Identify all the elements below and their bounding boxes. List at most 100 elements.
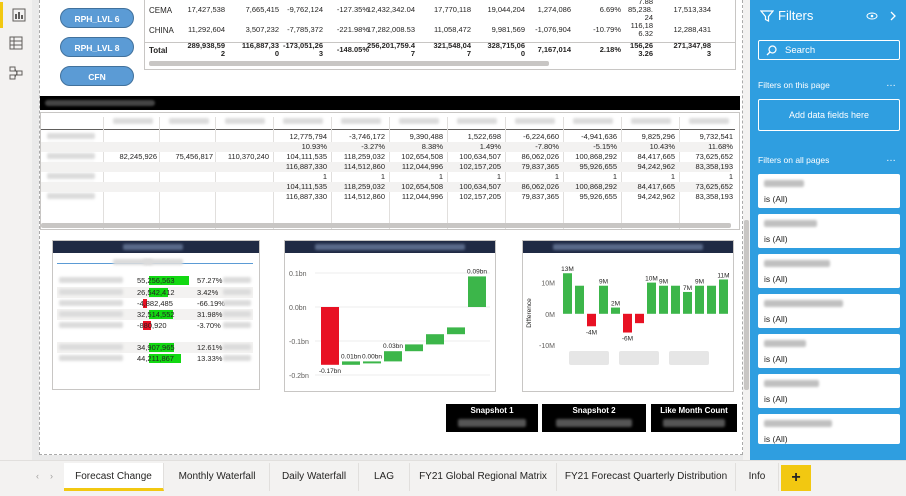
waterfall-bar[interactable] (363, 361, 381, 364)
difference-bar[interactable] (635, 313, 644, 324)
difference-bar[interactable] (587, 313, 596, 327)
snapshot-1-label: Snapshot 1 (470, 406, 514, 415)
variance-value: 55,256,563 (137, 276, 175, 285)
mid-table-cell: 112,044,996 (401, 162, 443, 171)
waterfall-bar[interactable] (321, 307, 339, 365)
difference-bar[interactable] (707, 285, 716, 314)
top-table-cell: 17,513,334 (673, 5, 711, 14)
filters-title: Filters (778, 8, 814, 23)
chevron-right-icon[interactable] (888, 10, 898, 22)
tab-lag[interactable]: LAG (359, 463, 410, 491)
top-table-cell: 6.69% (599, 5, 621, 14)
difference-bar[interactable] (611, 307, 620, 314)
slicer-rph-lvl8[interactable]: RPH_LVL 8 (60, 37, 134, 57)
search-icon (766, 45, 777, 56)
mid-table-cell: 1 (438, 172, 443, 181)
top-table-cell: -221.98% (336, 25, 369, 34)
variance-value: 32,514,552 (137, 310, 175, 319)
data-view-icon[interactable] (0, 30, 32, 56)
slicer-rph-lvl6[interactable]: RPH_LVL 6 (60, 8, 134, 28)
mid-table-row: 116,887,330 114,512,860 112,044,996 102,157… (41, 162, 733, 172)
difference-bar[interactable] (683, 291, 692, 314)
tab-scroll-left-icon[interactable]: ‹ (36, 471, 39, 481)
mid-table-hscroll[interactable] (41, 223, 731, 228)
more-options-icon[interactable]: … (886, 78, 896, 89)
variance-row: -4,882,485 -66.19% (57, 298, 253, 309)
mid-table-cell: 95,926,655 (579, 192, 617, 201)
top-table-cell: -9,762,124 (287, 5, 323, 14)
difference-bar[interactable] (563, 273, 572, 314)
eye-icon[interactable] (866, 11, 878, 21)
difference-bar[interactable] (599, 285, 608, 314)
tab-info[interactable]: Info (736, 463, 779, 491)
waterfall-bar[interactable] (384, 351, 402, 362)
mid-table-cell: 1,522,698 (467, 132, 501, 141)
report-page: RPH_LVL 6 RPH_LVL 8 CFN CEMA 17,427,538 7,… (39, 0, 743, 455)
y-tick-label: 0M (545, 312, 555, 319)
waterfall-bar[interactable] (405, 344, 423, 352)
mid-table-cell: 10.43% (649, 142, 675, 151)
report-view-icon[interactable] (0, 2, 32, 28)
tab-forecast-change[interactable]: Forecast Change (64, 463, 164, 491)
mid-table-cell: 112,044,996 (401, 192, 443, 201)
add-data-fields-dropzone[interactable]: Add data fields here (758, 99, 900, 131)
variance-row: 44,211,867 13.33% (57, 353, 253, 364)
top-table-cell: -10.79% (593, 25, 621, 34)
filter-card[interactable]: is (All) (758, 294, 900, 328)
canvas-scrollbar[interactable] (743, 0, 750, 460)
waterfall-bar[interactable] (426, 334, 444, 345)
bar-data-label: -0.17bn (319, 368, 341, 375)
filter-card[interactable]: is (All) (758, 174, 900, 208)
filter-card[interactable]: is (All) (758, 414, 900, 444)
bar-data-label: 7M (683, 285, 692, 292)
slicer-cfn[interactable]: CFN (60, 66, 134, 86)
mid-table-cell: 104,111,535 (286, 152, 327, 161)
mid-table-cell: 86,062,026 (521, 182, 559, 191)
difference-bar[interactable] (671, 285, 680, 314)
difference-bar[interactable] (575, 285, 584, 314)
filter-card[interactable]: is (All) (758, 374, 900, 408)
top-table-hscroll[interactable] (149, 61, 549, 66)
mid-table-cell: 1 (554, 172, 559, 181)
difference-bar[interactable] (695, 285, 704, 314)
mid-table-cell: 102,654,508 (401, 182, 443, 191)
filter-search-input[interactable]: Search (758, 40, 900, 60)
top-table-cell: 12,288,431 (673, 25, 711, 34)
bar-data-label: 13M (561, 266, 574, 273)
filter-value: is (All) (764, 274, 788, 284)
tab-scroll-right-icon[interactable]: › (50, 471, 53, 481)
mid-table-cell: 84,417,665 (637, 152, 675, 161)
filter-card[interactable]: is (All) (758, 254, 900, 288)
model-view-icon[interactable] (0, 60, 32, 86)
top-table-cell: 271,347,98 3 (673, 41, 711, 58)
difference-bar[interactable] (647, 282, 656, 314)
mid-table-cell: 12,775,794 (289, 132, 327, 141)
mid-table-cell: 8.38% (421, 142, 443, 151)
top-table-cell: 116,887,33 0 (241, 41, 279, 58)
tab-monthly-waterfall[interactable]: Monthly Waterfall (165, 463, 270, 491)
top-table-cell: 3,507,232 (245, 25, 279, 34)
difference-bar[interactable] (719, 279, 728, 314)
tab-fy21-global-regional-matrix[interactable]: FY21 Global Regional Matrix (410, 463, 557, 491)
difference-bar[interactable] (623, 313, 632, 333)
waterfall-bar[interactable] (468, 276, 486, 307)
variance-pct: 3.42% (197, 288, 219, 297)
add-page-button[interactable]: + (781, 465, 811, 491)
waterfall-bar[interactable] (447, 327, 465, 335)
variance-pct: -66.19% (197, 299, 225, 308)
mid-table-row: 82,245,926 75,456,817 110,370,240 104,111,5… (41, 152, 733, 162)
mid-table-cell: 86,062,026 (521, 152, 559, 161)
waterfall-bar[interactable] (342, 361, 360, 365)
mid-table-cell: 73,625,652 (695, 182, 733, 191)
mid-table-cell: 1 (322, 172, 327, 181)
more-options-icon-2[interactable]: … (886, 153, 896, 164)
tab-fy21-forecast-quarterly-distribution[interactable]: FY21 Forecast Quarterly Distribution (557, 463, 736, 491)
bar-data-label: 0.01bn (341, 353, 361, 360)
difference-bar[interactable] (659, 285, 668, 314)
top-table-cell: 1,274,086 (537, 5, 571, 14)
mid-table-cell: 116,887,330 (285, 162, 327, 171)
filter-card[interactable]: is (All) (758, 334, 900, 368)
mid-table-cell: 95,926,655 (579, 162, 617, 171)
filter-card[interactable]: is (All) (758, 214, 900, 248)
tab-daily-waterfall[interactable]: Daily Waterfall (270, 463, 359, 491)
